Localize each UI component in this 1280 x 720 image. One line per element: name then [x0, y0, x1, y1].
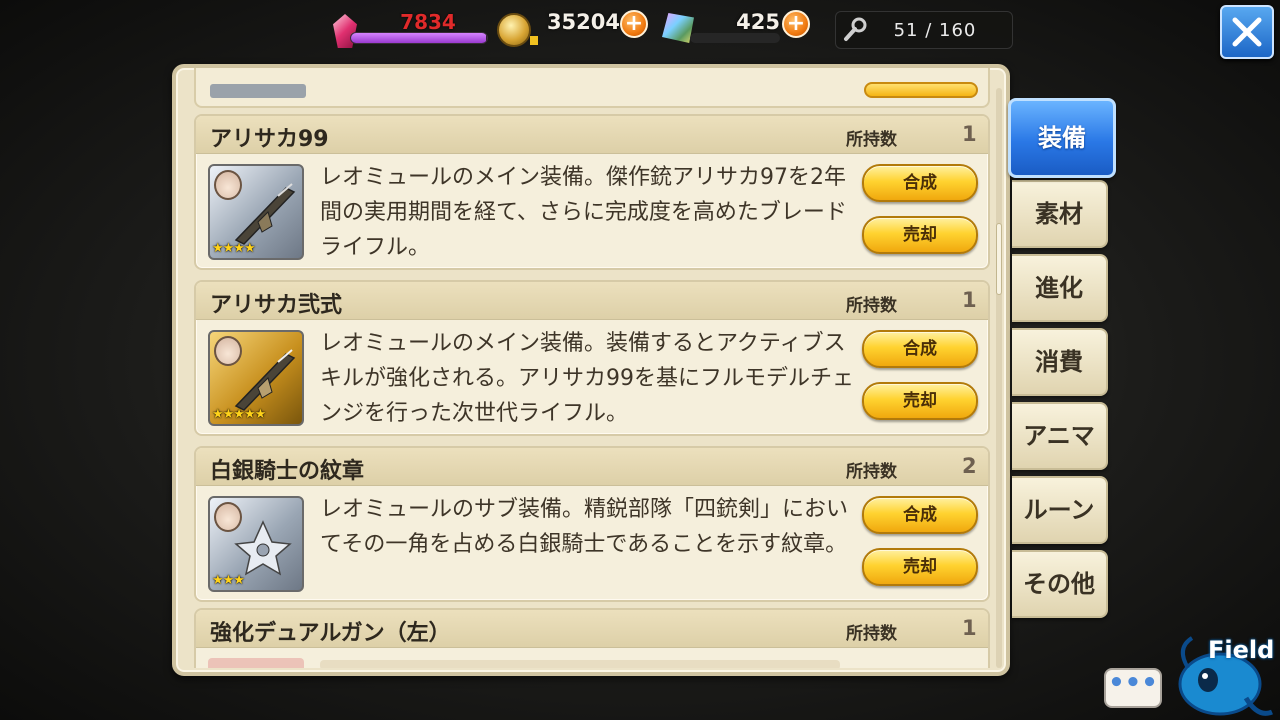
- emblem-icon: [234, 520, 292, 576]
- item-header: アリサカ99 所持数 1: [196, 116, 988, 154]
- sell-button[interactable]: 売却: [862, 216, 978, 254]
- owned-count: 1: [962, 288, 977, 312]
- item-header: 白銀騎士の紋章 所持数 2: [196, 448, 988, 486]
- field-label: Field: [1208, 636, 1275, 664]
- item-thumbnail[interactable]: [208, 658, 304, 668]
- combine-button[interactable]: 合成: [862, 164, 978, 202]
- owned-count: 1: [962, 616, 977, 640]
- item-thumbnail[interactable]: ★★★★: [208, 164, 304, 260]
- item-name: 強化デュアルガン（左）: [210, 621, 451, 646]
- sell-button[interactable]: 売却: [862, 548, 978, 586]
- combine-button[interactable]: 合成: [862, 496, 978, 534]
- rarity-stars: ★★★★: [212, 241, 256, 256]
- owned-count: 1: [962, 122, 977, 146]
- scrollbar-thumb[interactable]: [996, 223, 1002, 295]
- tab-other[interactable]: その他: [1012, 550, 1108, 618]
- field-button[interactable]: Field: [1168, 628, 1280, 720]
- inventory-value: 51 / 160: [893, 20, 977, 41]
- item-header: アリサカ弐式 所持数 1: [196, 282, 988, 320]
- gem-value: 425: [736, 10, 780, 34]
- item-description: レオミュールのサブ装備。精鋭部隊「四銃剣」においてその一角を占める白銀騎士である…: [320, 497, 849, 557]
- gold-coin-icon: [497, 13, 531, 47]
- sell-button[interactable]: [864, 82, 978, 98]
- item-name: 白銀騎士の紋章: [210, 459, 365, 484]
- tab-consumables[interactable]: 消費: [1012, 328, 1108, 396]
- item-header: 強化デュアルガン（左） 所持数 1: [196, 610, 988, 648]
- rarity-stars: ★★★★★: [212, 407, 266, 422]
- tab-equipment[interactable]: 装備: [1008, 98, 1116, 178]
- item-name: アリサカ99: [210, 127, 329, 152]
- tab-evolution[interactable]: 進化: [1012, 254, 1108, 322]
- tab-anima[interactable]: アニマ: [1012, 402, 1108, 470]
- resource-bar: 7834 35204 + 425 + 51 / 160: [0, 0, 1280, 60]
- item-list[interactable]: アリサカ99 所持数 1 ★★★★ レオミュールのメイン装備。傑作銃アリサカ97…: [192, 68, 992, 668]
- list-item-partial: [194, 68, 990, 108]
- stamina-bar-fill: [351, 33, 486, 43]
- combine-button[interactable]: 合成: [862, 330, 978, 368]
- item-thumbnail[interactable]: ★★★★★: [208, 330, 304, 426]
- add-gem-button[interactable]: +: [782, 10, 810, 38]
- scrollbar[interactable]: [996, 88, 1002, 668]
- add-gold-button[interactable]: +: [620, 10, 648, 38]
- item-description: [320, 660, 840, 668]
- gold-value: 35204: [546, 10, 620, 34]
- item-thumbnail: [210, 84, 306, 98]
- list-item: アリサカ99 所持数 1 ★★★★ レオミュールのメイン装備。傑作銃アリサカ97…: [194, 114, 990, 270]
- gem-bar: [690, 33, 780, 43]
- stamina-value: 7834: [400, 10, 456, 34]
- item-list-panel: アリサカ99 所持数 1 ★★★★ レオミュールのメイン装備。傑作銃アリサカ97…: [172, 64, 1010, 676]
- list-item: アリサカ弐式 所持数 1 ★★★★★ レオミュールのメイン装備。装備するとアクテ…: [194, 280, 990, 436]
- owned-count: 2: [962, 454, 977, 478]
- owned-label: 所持数: [846, 130, 897, 150]
- rifle-icon: [234, 349, 296, 411]
- close-icon: [1232, 17, 1262, 47]
- owned-label: 所持数: [846, 462, 897, 482]
- item-thumbnail[interactable]: ★★★: [208, 496, 304, 592]
- owned-label: 所持数: [846, 624, 897, 644]
- chat-button[interactable]: •••: [1104, 668, 1162, 708]
- item-description: レオミュールのメイン装備。装備するとアクティブスキルが強化される。アリサカ99を…: [320, 331, 854, 426]
- rarity-stars: ★★★: [212, 573, 245, 588]
- gold-bar-fill: [530, 36, 538, 45]
- close-button[interactable]: [1220, 5, 1274, 59]
- tab-materials[interactable]: 素材: [1012, 180, 1108, 248]
- owned-label: 所持数: [846, 296, 897, 316]
- item-name: アリサカ弐式: [210, 293, 343, 318]
- list-item: 白銀騎士の紋章 所持数 2 ★★★ レオミュールのサブ装備。精鋭部隊「四銃剣」に…: [194, 446, 990, 602]
- list-item: 強化デュアルガン（左） 所持数 1: [194, 608, 990, 668]
- sell-button[interactable]: 売却: [862, 382, 978, 420]
- item-description: レオミュールのメイン装備。傑作銃アリサカ97を2年間の実用期間を経て、さらに完成…: [320, 165, 847, 260]
- wrench-icon: [842, 17, 868, 43]
- rifle-icon: [234, 183, 296, 245]
- tab-rune[interactable]: ルーン: [1012, 476, 1108, 544]
